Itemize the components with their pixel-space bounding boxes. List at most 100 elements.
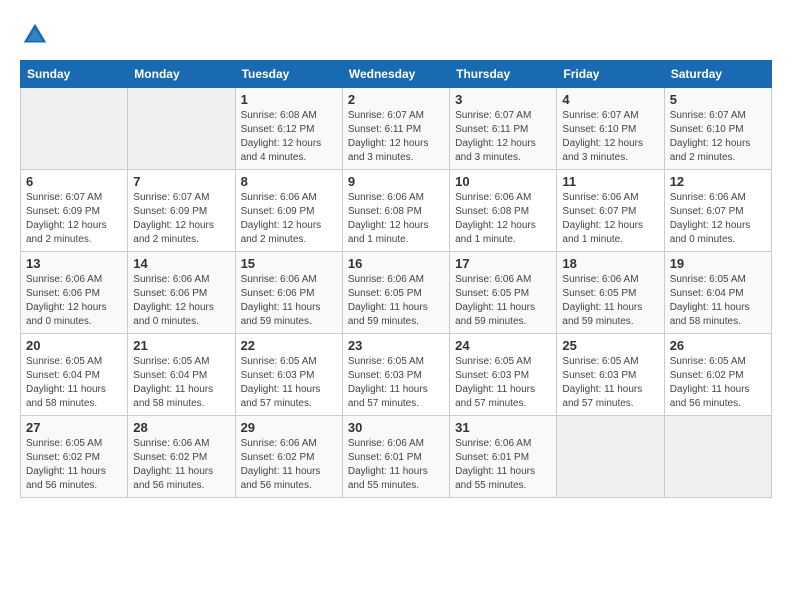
- day-info: Sunrise: 6:06 AM Sunset: 6:01 PM Dayligh…: [348, 437, 444, 493]
- calendar-cell: [664, 416, 771, 498]
- calendar-table: SundayMondayTuesdayWednesdayThursdayFrid…: [20, 60, 772, 498]
- calendar-cell: 13 Sunrise: 6:06 AM Sunset: 6:06 PM Dayli…: [21, 252, 128, 334]
- calendar-week-row: 20 Sunrise: 6:05 AM Sunset: 6:04 PM Dayli…: [21, 334, 772, 416]
- day-info: Sunrise: 6:06 AM Sunset: 6:08 PM Dayligh…: [455, 191, 551, 247]
- calendar-cell: 8Sunrise: 6:06 AM Sunset: 6:09 PM Daylig…: [235, 170, 342, 252]
- day-number: 22: [241, 338, 337, 353]
- day-number: 19: [670, 256, 766, 271]
- calendar-cell: 16 Sunrise: 6:06 AM Sunset: 6:05 PM Dayli…: [342, 252, 449, 334]
- day-number: 3: [455, 92, 551, 107]
- weekday-header-wednesday: Wednesday: [342, 61, 449, 88]
- day-number: 15: [241, 256, 337, 271]
- day-number: 17: [455, 256, 551, 271]
- calendar-cell: 30 Sunrise: 6:06 AM Sunset: 6:01 PM Dayli…: [342, 416, 449, 498]
- calendar-cell: 22 Sunrise: 6:05 AM Sunset: 6:03 PM Dayli…: [235, 334, 342, 416]
- day-number: 14: [133, 256, 229, 271]
- day-number: 9: [348, 174, 444, 189]
- weekday-header-saturday: Saturday: [664, 61, 771, 88]
- calendar-cell: 6Sunrise: 6:07 AM Sunset: 6:09 PM Daylig…: [21, 170, 128, 252]
- day-info: Sunrise: 6:06 AM Sunset: 6:06 PM Dayligh…: [241, 273, 337, 329]
- calendar-cell: 31 Sunrise: 6:06 AM Sunset: 6:01 PM Dayli…: [450, 416, 557, 498]
- day-info: Sunrise: 6:06 AM Sunset: 6:05 PM Dayligh…: [455, 273, 551, 329]
- calendar-cell: 14 Sunrise: 6:06 AM Sunset: 6:06 PM Dayli…: [128, 252, 235, 334]
- day-info: Sunrise: 6:08 AM Sunset: 6:12 PM Dayligh…: [241, 109, 337, 165]
- calendar-cell: 28Sunrise: 6:06 AM Sunset: 6:02 PM Dayli…: [128, 416, 235, 498]
- day-number: 6: [26, 174, 122, 189]
- calendar-cell: 27 Sunrise: 6:05 AM Sunset: 6:02 PM Dayli…: [21, 416, 128, 498]
- day-info: Sunrise: 6:06 AM Sunset: 6:07 PM Dayligh…: [670, 191, 766, 247]
- day-info: Sunrise: 6:05 AM Sunset: 6:03 PM Dayligh…: [348, 355, 444, 411]
- calendar-cell: 11 Sunrise: 6:06 AM Sunset: 6:07 PM Dayli…: [557, 170, 664, 252]
- day-info: Sunrise: 6:07 AM Sunset: 6:10 PM Dayligh…: [670, 109, 766, 165]
- day-number: 21: [133, 338, 229, 353]
- day-number: 26: [670, 338, 766, 353]
- calendar-cell: 3 Sunrise: 6:07 AM Sunset: 6:11 PM Daylig…: [450, 88, 557, 170]
- day-number: 13: [26, 256, 122, 271]
- calendar-cell: 7 Sunrise: 6:07 AM Sunset: 6:09 PM Daylig…: [128, 170, 235, 252]
- day-info: Sunrise: 6:05 AM Sunset: 6:03 PM Dayligh…: [241, 355, 337, 411]
- calendar-cell: 18Sunrise: 6:06 AM Sunset: 6:05 PM Dayli…: [557, 252, 664, 334]
- calendar-week-row: 1Sunrise: 6:08 AM Sunset: 6:12 PM Daylig…: [21, 88, 772, 170]
- day-info: Sunrise: 6:06 AM Sunset: 6:05 PM Dayligh…: [562, 273, 658, 329]
- day-number: 23: [348, 338, 444, 353]
- day-info: Sunrise: 6:05 AM Sunset: 6:03 PM Dayligh…: [455, 355, 551, 411]
- day-number: 24: [455, 338, 551, 353]
- day-info: Sunrise: 6:05 AM Sunset: 6:04 PM Dayligh…: [133, 355, 229, 411]
- day-info: Sunrise: 6:05 AM Sunset: 6:04 PM Dayligh…: [26, 355, 122, 411]
- calendar-cell: 1Sunrise: 6:08 AM Sunset: 6:12 PM Daylig…: [235, 88, 342, 170]
- day-number: 2: [348, 92, 444, 107]
- day-info: Sunrise: 6:07 AM Sunset: 6:09 PM Dayligh…: [133, 191, 229, 247]
- calendar-cell: 23 Sunrise: 6:05 AM Sunset: 6:03 PM Dayli…: [342, 334, 449, 416]
- day-info: Sunrise: 6:06 AM Sunset: 6:08 PM Dayligh…: [348, 191, 444, 247]
- day-info: Sunrise: 6:06 AM Sunset: 6:06 PM Dayligh…: [26, 273, 122, 329]
- logo: [20, 20, 54, 50]
- day-number: 11: [562, 174, 658, 189]
- calendar-cell: 25Sunrise: 6:05 AM Sunset: 6:03 PM Dayli…: [557, 334, 664, 416]
- day-number: 8: [241, 174, 337, 189]
- calendar-cell: [557, 416, 664, 498]
- day-info: Sunrise: 6:07 AM Sunset: 6:11 PM Dayligh…: [455, 109, 551, 165]
- day-number: 20: [26, 338, 122, 353]
- weekday-header-row: SundayMondayTuesdayWednesdayThursdayFrid…: [21, 61, 772, 88]
- calendar-cell: 9 Sunrise: 6:06 AM Sunset: 6:08 PM Daylig…: [342, 170, 449, 252]
- day-number: 16: [348, 256, 444, 271]
- day-info: Sunrise: 6:06 AM Sunset: 6:02 PM Dayligh…: [133, 437, 229, 493]
- calendar-cell: 29Sunrise: 6:06 AM Sunset: 6:02 PM Dayli…: [235, 416, 342, 498]
- calendar-cell: 5 Sunrise: 6:07 AM Sunset: 6:10 PM Daylig…: [664, 88, 771, 170]
- calendar-cell: 12 Sunrise: 6:06 AM Sunset: 6:07 PM Dayli…: [664, 170, 771, 252]
- logo-icon: [20, 20, 50, 50]
- calendar-week-row: 6 Sunrise: 6:07 AM Sunset: 6:09 PM Daylig…: [21, 170, 772, 252]
- day-info: Sunrise: 6:07 AM Sunset: 6:11 PM Dayligh…: [348, 109, 444, 165]
- calendar-cell: 26 Sunrise: 6:05 AM Sunset: 6:02 PM Dayli…: [664, 334, 771, 416]
- day-info: Sunrise: 6:05 AM Sunset: 6:02 PM Dayligh…: [26, 437, 122, 493]
- day-info: Sunrise: 6:06 AM Sunset: 6:06 PM Dayligh…: [133, 273, 229, 329]
- calendar-cell: 10 Sunrise: 6:06 AM Sunset: 6:08 PM Dayli…: [450, 170, 557, 252]
- day-info: Sunrise: 6:06 AM Sunset: 6:02 PM Dayligh…: [241, 437, 337, 493]
- calendar-cell: 21 Sunrise: 6:05 AM Sunset: 6:04 PM Dayli…: [128, 334, 235, 416]
- day-number: 5: [670, 92, 766, 107]
- day-number: 31: [455, 420, 551, 435]
- day-info: Sunrise: 6:06 AM Sunset: 6:01 PM Dayligh…: [455, 437, 551, 493]
- calendar-cell: 19 Sunrise: 6:05 AM Sunset: 6:04 PM Dayli…: [664, 252, 771, 334]
- calendar-cell: 24 Sunrise: 6:05 AM Sunset: 6:03 PM Dayli…: [450, 334, 557, 416]
- day-number: 7: [133, 174, 229, 189]
- day-info: Sunrise: 6:05 AM Sunset: 6:02 PM Dayligh…: [670, 355, 766, 411]
- day-number: 10: [455, 174, 551, 189]
- calendar-cell: 15 Sunrise: 6:06 AM Sunset: 6:06 PM Dayli…: [235, 252, 342, 334]
- day-number: 25: [562, 338, 658, 353]
- day-number: 27: [26, 420, 122, 435]
- day-info: Sunrise: 6:06 AM Sunset: 6:07 PM Dayligh…: [562, 191, 658, 247]
- day-number: 12: [670, 174, 766, 189]
- day-info: Sunrise: 6:06 AM Sunset: 6:05 PM Dayligh…: [348, 273, 444, 329]
- day-info: Sunrise: 6:07 AM Sunset: 6:10 PM Dayligh…: [562, 109, 658, 165]
- calendar-cell: [21, 88, 128, 170]
- weekday-header-sunday: Sunday: [21, 61, 128, 88]
- weekday-header-friday: Friday: [557, 61, 664, 88]
- page-header: [20, 20, 772, 50]
- calendar-cell: 2 Sunrise: 6:07 AM Sunset: 6:11 PM Daylig…: [342, 88, 449, 170]
- day-info: Sunrise: 6:05 AM Sunset: 6:04 PM Dayligh…: [670, 273, 766, 329]
- day-number: 30: [348, 420, 444, 435]
- day-number: 4: [562, 92, 658, 107]
- calendar-cell: 17 Sunrise: 6:06 AM Sunset: 6:05 PM Dayli…: [450, 252, 557, 334]
- weekday-header-thursday: Thursday: [450, 61, 557, 88]
